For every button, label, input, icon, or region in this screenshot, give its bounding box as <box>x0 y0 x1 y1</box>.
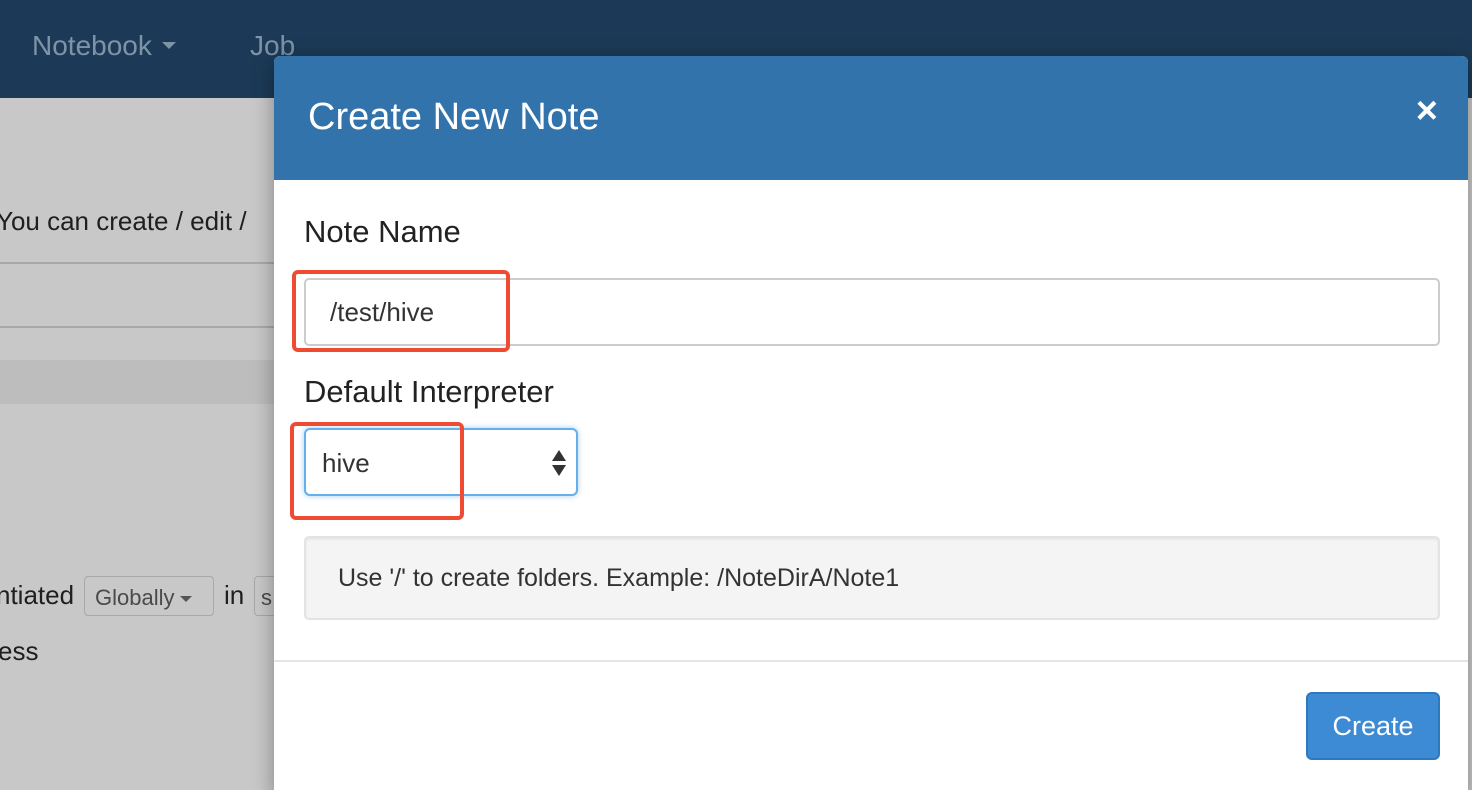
create-note-modal: Create New Note × Note Name Default Inte… <box>274 56 1468 790</box>
background-scope-value: Globally <box>95 585 175 610</box>
background-divider <box>0 262 280 264</box>
background-intro-text: You can create / edit / <box>0 206 247 236</box>
close-icon[interactable]: × <box>1416 92 1438 130</box>
modal-footer-divider <box>274 660 1468 662</box>
background-band <box>0 360 280 404</box>
chevron-down-icon <box>180 596 193 603</box>
nav-notebook-label: Notebook <box>32 30 152 61</box>
default-interpreter-label: Default Interpreter <box>304 374 554 409</box>
background-mode-value: s <box>261 585 272 610</box>
folder-hint-text: Use '/' to create folders. Example: /Not… <box>338 564 900 592</box>
annotation-highlight-note-name <box>292 270 510 352</box>
folder-hint-well: Use '/' to create folders. Example: /Not… <box>304 536 1440 620</box>
background-row-prefix: ntiated <box>0 580 75 610</box>
select-arrows-icon <box>552 450 566 476</box>
modal-header: Create New Note × <box>274 56 1468 180</box>
chevron-down-icon <box>161 42 176 50</box>
background-trailing-text: ess <box>0 636 39 666</box>
modal-title: Create New Note <box>308 96 600 138</box>
background-in-label: in <box>224 580 245 610</box>
background-scope-select: Globally <box>84 576 214 616</box>
nav-notebook-menu[interactable]: Notebook <box>32 30 176 62</box>
background-divider <box>0 326 280 328</box>
create-button[interactable]: Create <box>1306 692 1440 760</box>
note-name-label: Note Name <box>304 214 461 249</box>
annotation-highlight-interpreter <box>290 422 464 520</box>
